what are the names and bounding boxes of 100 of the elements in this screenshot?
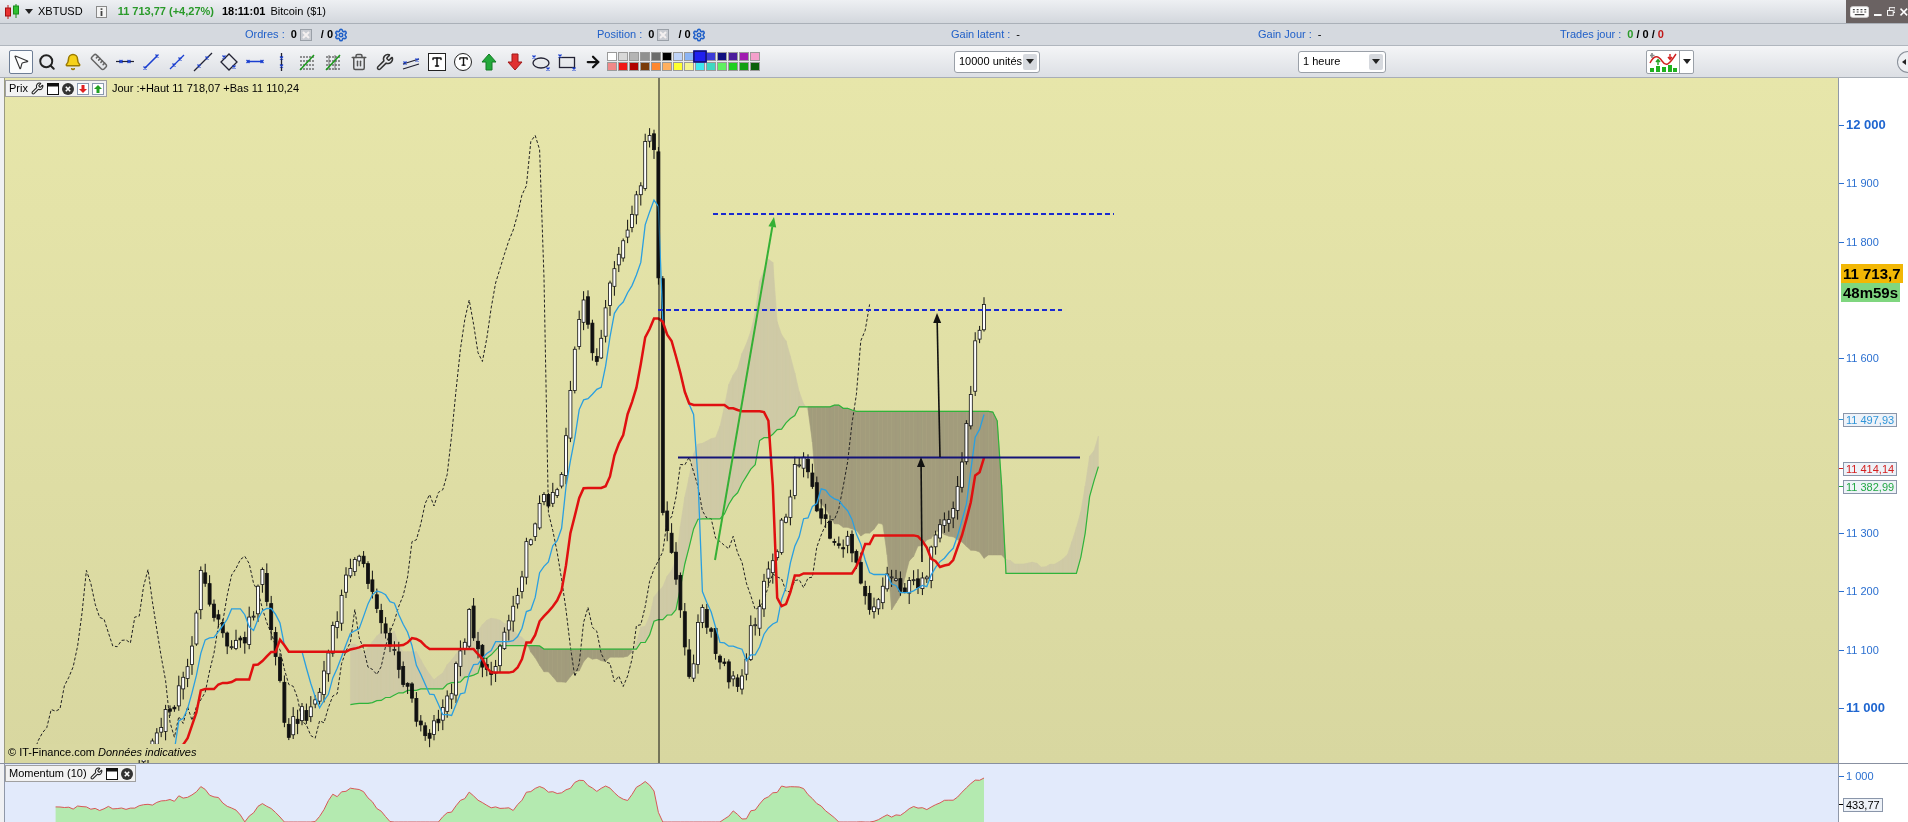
field-label: Gain Jour : — [1258, 27, 1312, 43]
trade-count: 0 — [1657, 27, 1664, 43]
color-swatch[interactable] — [739, 52, 749, 61]
color-swatch[interactable] — [640, 52, 650, 61]
text-box-icon — [428, 52, 446, 71]
price-label: 433,77 — [1843, 798, 1883, 812]
color-swatch[interactable] — [750, 62, 760, 71]
color-swatch[interactable] — [651, 52, 661, 61]
color-swatch[interactable] — [607, 62, 617, 71]
credit-text: © IT-Finance.com Données indicatives — [7, 743, 198, 760]
price-label: 11 414,14 — [1843, 462, 1898, 476]
axis-tick-label: 11 900 — [1846, 176, 1879, 190]
trade-count: 0 — [1642, 27, 1649, 43]
field-value: - — [1317, 27, 1322, 43]
close-icon[interactable] — [120, 767, 133, 780]
field-label: Ordres : — [245, 27, 285, 43]
window-icon[interactable] — [46, 82, 59, 95]
keyboard-icon[interactable] — [1850, 5, 1870, 18]
field-value: 0 — [290, 27, 297, 43]
settings-icon[interactable] — [30, 82, 44, 95]
up-arrow-icon[interactable] — [91, 82, 104, 95]
color-swatch[interactable] — [739, 62, 749, 71]
quantity-dropdown[interactable]: 10000 unités — [954, 50, 1040, 73]
trade-count: 0 — [1627, 27, 1634, 43]
color-swatch[interactable] — [618, 62, 628, 71]
settings-icon[interactable] — [89, 767, 103, 780]
close-icon[interactable] — [61, 82, 74, 95]
horizontal-line-icon — [246, 59, 264, 64]
axis-tick-label: 11 100 — [1846, 643, 1879, 657]
search-icon — [38, 52, 56, 71]
color-swatch[interactable] — [717, 52, 727, 61]
price-label: 11 382,99 — [1843, 480, 1898, 494]
caret-icon — [1902, 58, 1906, 65]
field-total: / 0 — [320, 27, 334, 43]
color-swatch[interactable] — [607, 52, 617, 61]
info-icon[interactable] — [95, 5, 107, 18]
color-swatch[interactable] — [673, 62, 683, 71]
color-swatch[interactable] — [640, 62, 650, 71]
trash-icon — [350, 52, 368, 71]
period-dropdown[interactable]: 1 heure — [1298, 50, 1386, 73]
caret-icon[interactable] — [25, 9, 33, 14]
down-arrow-icon[interactable] — [76, 82, 89, 95]
ruler-icon — [90, 52, 108, 71]
price-label: 11 497,93 — [1843, 413, 1898, 427]
instrument-name: Bitcoin ($1) — [270, 4, 327, 20]
wrench-icon — [376, 52, 394, 71]
minimize-icon[interactable] — [1874, 13, 1882, 16]
pointer-icon — [12, 52, 30, 71]
color-swatch[interactable] — [717, 62, 727, 71]
restore-icon[interactable] — [1886, 7, 1896, 16]
color-swatch[interactable] — [662, 52, 672, 61]
day-range-text: Jour :+Haut 11 718,07 +Bas 11 110,24 — [111, 81, 300, 97]
field-label: Gain latent : — [951, 27, 1011, 43]
up-arrow-icon — [479, 51, 499, 72]
color-swatch[interactable] — [728, 52, 738, 61]
close-icon[interactable] — [1900, 7, 1908, 16]
bell-icon — [64, 52, 82, 71]
window-icon[interactable] — [105, 767, 118, 780]
color-swatch[interactable] — [728, 62, 738, 71]
rhombus-icon — [219, 51, 239, 72]
axis-tick-label: 12 000 — [1846, 117, 1886, 133]
color-swatch[interactable] — [706, 52, 716, 61]
quote-value: 11 713,77 (+4,27%) — [117, 4, 214, 20]
color-swatch[interactable] — [629, 62, 639, 71]
text-bubble-icon — [454, 52, 472, 71]
color-swatch[interactable] — [706, 62, 716, 71]
color-swatch[interactable] — [662, 62, 672, 71]
axis-tick-label: 1 000 — [1846, 769, 1874, 783]
axis-tick-label: 11 300 — [1846, 526, 1879, 540]
dropdown-caret-icon — [1023, 53, 1037, 70]
indicator-button[interactable] — [1646, 49, 1694, 74]
dropdown-caret-icon — [1369, 53, 1383, 70]
price-badge: 11 713,7 — [1841, 264, 1903, 283]
color-swatch[interactable] — [750, 52, 760, 61]
field-total: / 0 — [678, 27, 691, 43]
price-badge: 48m59s — [1841, 283, 1901, 302]
trend-line-icon — [193, 51, 213, 72]
color-swatch[interactable] — [629, 52, 639, 61]
color-swatch[interactable] — [618, 52, 628, 61]
field-label: Trades jour : — [1560, 27, 1622, 43]
horizontal-segment-icon — [115, 59, 135, 64]
field-value: 0 — [648, 27, 655, 43]
axis-tick-label: 11 600 — [1846, 351, 1879, 365]
trade-count: / — [1651, 27, 1655, 43]
clock-time: 18:11:01 — [221, 4, 266, 20]
collapse-button[interactable] — [1897, 50, 1908, 73]
color-swatch[interactable] — [651, 62, 661, 71]
color-swatch[interactable] — [693, 50, 707, 63]
pointer-tool[interactable] — [9, 49, 33, 74]
color-swatch[interactable] — [673, 52, 683, 61]
down-arrow-icon — [505, 51, 525, 72]
color-swatch[interactable] — [684, 62, 694, 71]
field-label: Position : — [597, 27, 643, 43]
panel-label: Momentum (10) — [9, 766, 87, 782]
axis-tick-label: 11 200 — [1846, 584, 1879, 598]
indicator-chart-icon — [1649, 51, 1677, 72]
rectangle-icon — [557, 51, 577, 72]
trade-count: / — [1636, 27, 1640, 43]
color-swatch[interactable] — [684, 52, 694, 61]
color-swatch[interactable] — [695, 62, 705, 71]
